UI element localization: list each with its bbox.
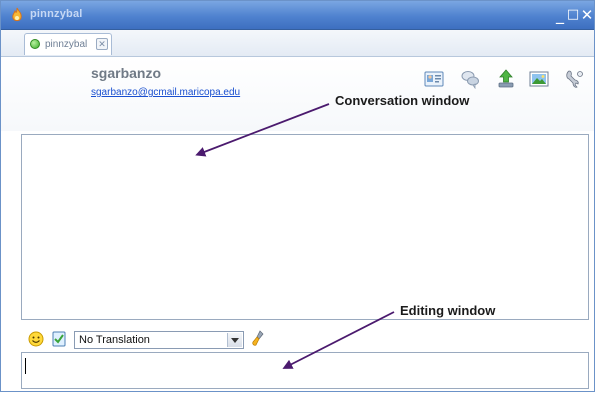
chat-window: pinnzybal _ □ ✕ pinnzybal ✕ sgarbanzo sg… [0, 0, 595, 392]
editing-arrow [282, 311, 395, 369]
annotation-arrows [195, 103, 395, 369]
conversation-arrow [195, 103, 330, 157]
